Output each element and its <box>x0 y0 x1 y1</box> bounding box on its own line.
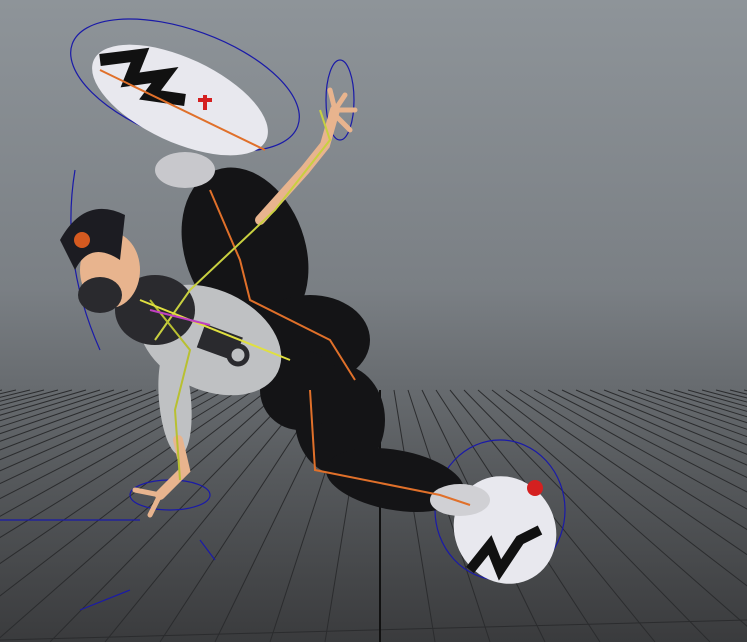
character-model[interactable] <box>0 0 747 642</box>
head <box>60 208 140 313</box>
maya-perspective-viewport[interactable] <box>0 0 747 642</box>
shoe-top <box>92 44 268 188</box>
